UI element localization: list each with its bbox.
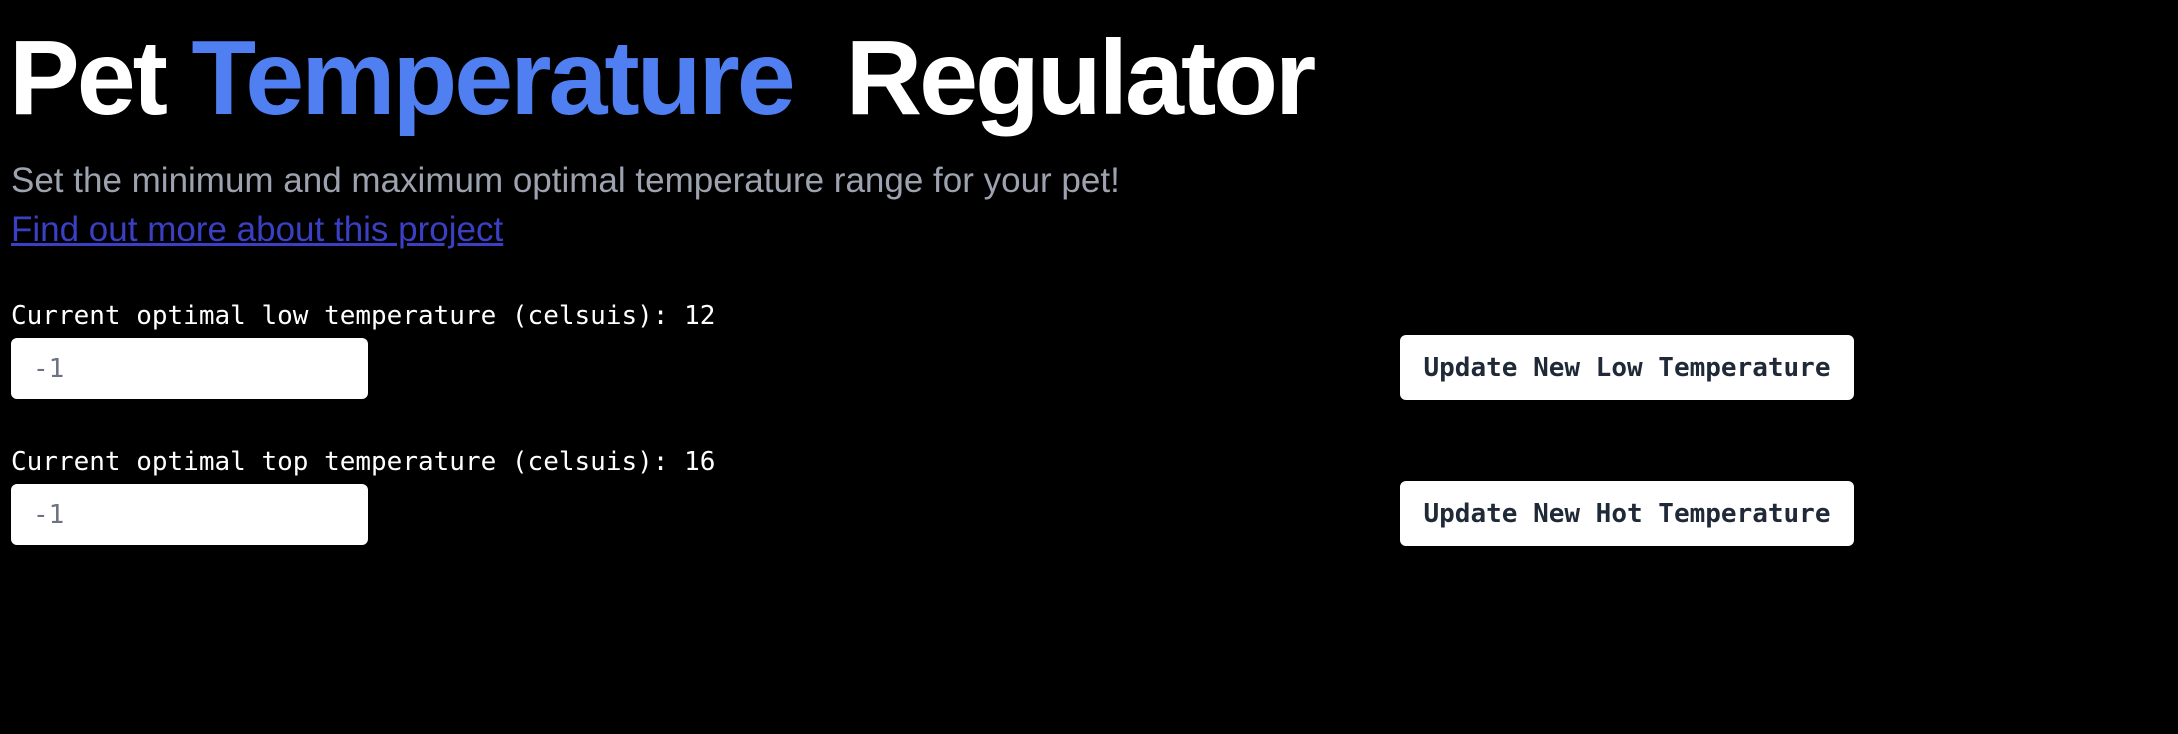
update-low-temperature-button[interactable]: Update New Low Temperature <box>1400 335 1854 400</box>
low-temperature-input[interactable] <box>11 338 368 399</box>
top-temperature-input[interactable] <box>11 484 368 545</box>
top-temperature-label: Current optimal top temperature (celsuis… <box>11 447 716 477</box>
title-word-temperature: Temperature <box>191 19 795 137</box>
page-title: Pet Temperature Regulator <box>9 18 1317 138</box>
project-info-link[interactable]: Find out more about this project <box>11 209 503 251</box>
title-word-regulator: Regulator <box>845 19 1317 137</box>
title-word-pet: Pet <box>9 19 168 137</box>
update-hot-temperature-button[interactable]: Update New Hot Temperature <box>1400 481 1854 546</box>
low-temperature-label: Current optimal low temperature (celsuis… <box>11 301 716 331</box>
page-subtitle: Set the minimum and maximum optimal temp… <box>11 161 1120 200</box>
